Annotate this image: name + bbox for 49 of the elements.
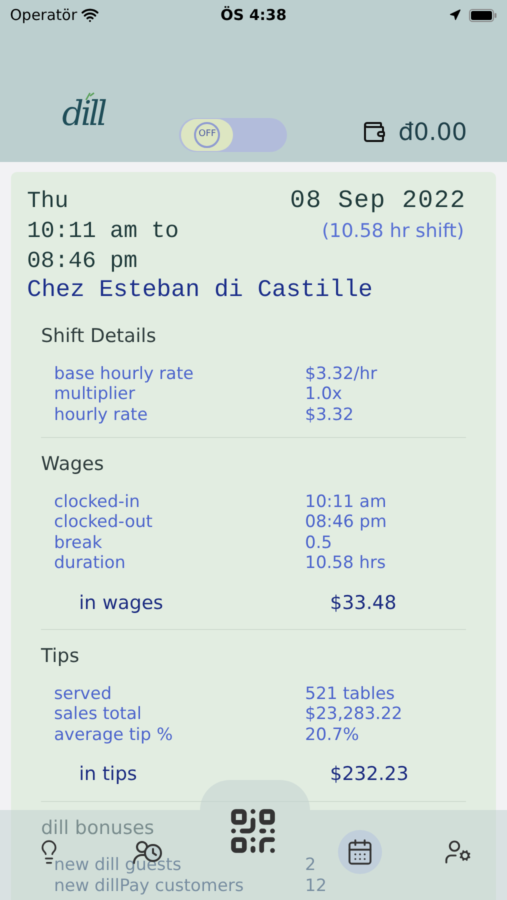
detail-value: $3.32	[305, 404, 354, 425]
detail-value: 1.0x	[305, 384, 342, 404]
detail-value: $23,283.22	[305, 704, 402, 724]
shift-day: Thu	[27, 186, 207, 216]
section-heading: Tips	[41, 644, 80, 669]
tab-button[interactable]	[338, 830, 382, 874]
detail-value: 12	[305, 876, 327, 896]
detail-label: clocked-out	[54, 512, 153, 532]
detail-value: 0.5	[305, 532, 332, 553]
detail-label: hourly rate	[54, 404, 148, 424]
shift-time-range: 10:11 am to 08:46 pm	[27, 217, 180, 276]
detail-label: served	[54, 684, 112, 704]
detail-label: break	[54, 532, 102, 552]
section-heading: Wages	[41, 452, 104, 477]
wifi-icon	[81, 6, 100, 24]
shift-duration: (10.58 hr shift)	[322, 219, 465, 244]
calendar-icon	[346, 838, 374, 866]
section-heading: dill bonuses	[41, 816, 154, 840]
wallet-icon[interactable]	[362, 120, 386, 144]
section-heading: Shift Details	[41, 324, 156, 349]
detail-value: 2	[305, 855, 316, 876]
detail-value: 10.58 hrs	[305, 553, 386, 574]
carrier-name: Operatör	[10, 4, 78, 26]
detail-value: 10:11 am	[305, 492, 386, 512]
battery-icon	[469, 8, 497, 22]
detail-label: new dillPay customers	[54, 876, 244, 896]
location-icon	[449, 9, 461, 21]
user-settings-icon	[444, 838, 472, 866]
total-label: in tips	[79, 763, 138, 785]
balance-amount: đ0.00	[398, 117, 467, 148]
total-label: in wages	[79, 592, 164, 614]
detail-label: duration	[54, 553, 126, 573]
detail-value: 20.7%	[305, 724, 360, 745]
detail-value: $3.32/hr	[305, 364, 378, 384]
total-value: $232.23	[330, 762, 409, 787]
total-value: $33.48	[330, 590, 396, 616]
on-off-toggle[interactable]: OFF	[179, 118, 288, 152]
clock-time: ÖS 4:38	[220, 4, 287, 26]
detail-label: average tip %	[54, 724, 173, 744]
dill-logo: dill	[62, 91, 104, 136]
detail-label: base hourly rate	[54, 364, 194, 384]
venue-name: Chez Esteban di Castille	[27, 276, 374, 306]
detail-value: 521 tables	[305, 684, 395, 704]
detail-label: new dill guests	[54, 855, 182, 875]
detail-label: multiplier	[54, 384, 136, 404]
detail-value: 08:46 pm	[305, 512, 387, 532]
detail-label: clocked-in	[54, 492, 140, 512]
shift-date: 08 Sep 2022	[290, 186, 466, 216]
detail-label: sales total	[54, 704, 142, 724]
